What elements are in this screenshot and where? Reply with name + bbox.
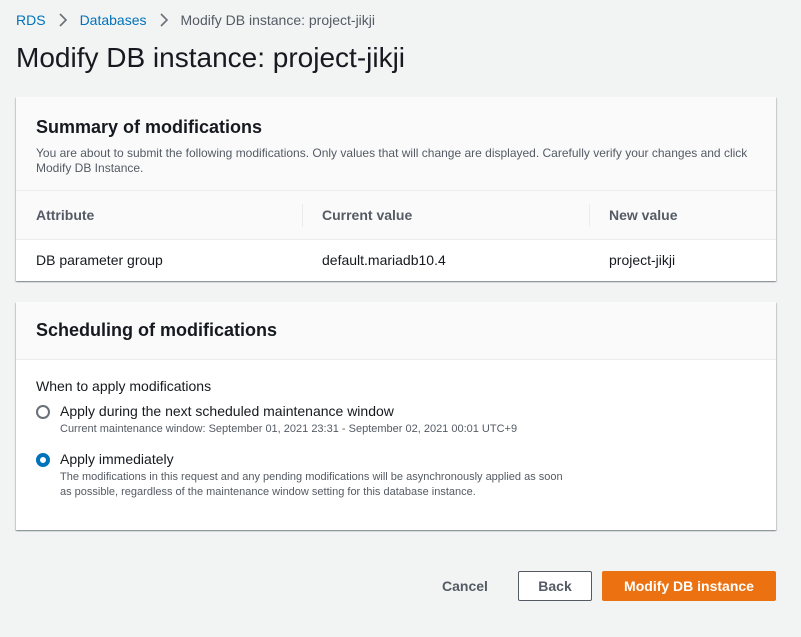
column-header-attribute: Attribute bbox=[36, 207, 95, 223]
radio-description-apply-immediately: The modifications in this request and an… bbox=[60, 471, 563, 498]
scheduling-title: Scheduling of modifications bbox=[36, 320, 278, 340]
summary-description: You are about to submit the following mo… bbox=[36, 146, 748, 175]
scheduling-header: Scheduling of modifications bbox=[16, 302, 776, 360]
scheduling-panel: Scheduling of modifications When to appl… bbox=[16, 302, 776, 530]
scheduling-body: When to apply modifications Apply during… bbox=[16, 360, 776, 518]
cell-current-value: default.mariadb10.4 bbox=[322, 252, 446, 268]
breadcrumb-current: Modify DB instance: project-jikji bbox=[180, 12, 376, 28]
summary-title: Summary of modifications bbox=[36, 117, 263, 137]
back-button[interactable]: Back bbox=[518, 571, 592, 601]
page-title: Modify DB instance: project-jikji bbox=[16, 42, 406, 73]
option-apply-immediately: Apply immediately The modifications in t… bbox=[36, 451, 756, 500]
modify-db-instance-button[interactable]: Modify DB instance bbox=[602, 571, 776, 601]
radio-maintenance-window[interactable] bbox=[36, 405, 50, 419]
radio-label-apply-immediately[interactable]: Apply immediately bbox=[60, 451, 570, 467]
option-maintenance-window: Apply during the next scheduled maintena… bbox=[36, 403, 756, 437]
breadcrumb: RDS Databases Modify DB instance: projec… bbox=[16, 12, 375, 28]
cancel-button[interactable]: Cancel bbox=[430, 571, 500, 601]
column-header-new-value: New value bbox=[589, 191, 776, 239]
breadcrumb-rds-link[interactable]: RDS bbox=[16, 12, 46, 28]
breadcrumb-databases-link[interactable]: Databases bbox=[80, 12, 147, 28]
summary-header: Summary of modifications You are about t… bbox=[16, 97, 776, 191]
when-to-apply-label: When to apply modifications bbox=[36, 378, 212, 394]
radio-description-maintenance-window: Current maintenance window: September 01… bbox=[60, 423, 518, 435]
radio-apply-immediately[interactable] bbox=[36, 453, 50, 467]
cell-new-value: project-jikji bbox=[609, 252, 676, 268]
table-row: DB parameter group default.mariadb10.4 p… bbox=[16, 240, 776, 280]
chevron-right-icon bbox=[58, 13, 68, 27]
column-header-current-value: Current value bbox=[302, 191, 589, 239]
radio-label-maintenance-window[interactable]: Apply during the next scheduled maintena… bbox=[60, 403, 517, 419]
summary-panel: Summary of modifications You are about t… bbox=[16, 97, 776, 281]
chevron-right-icon bbox=[159, 13, 169, 27]
cell-attribute: DB parameter group bbox=[36, 252, 163, 268]
summary-table-header: Attribute Current value New value bbox=[16, 191, 776, 240]
